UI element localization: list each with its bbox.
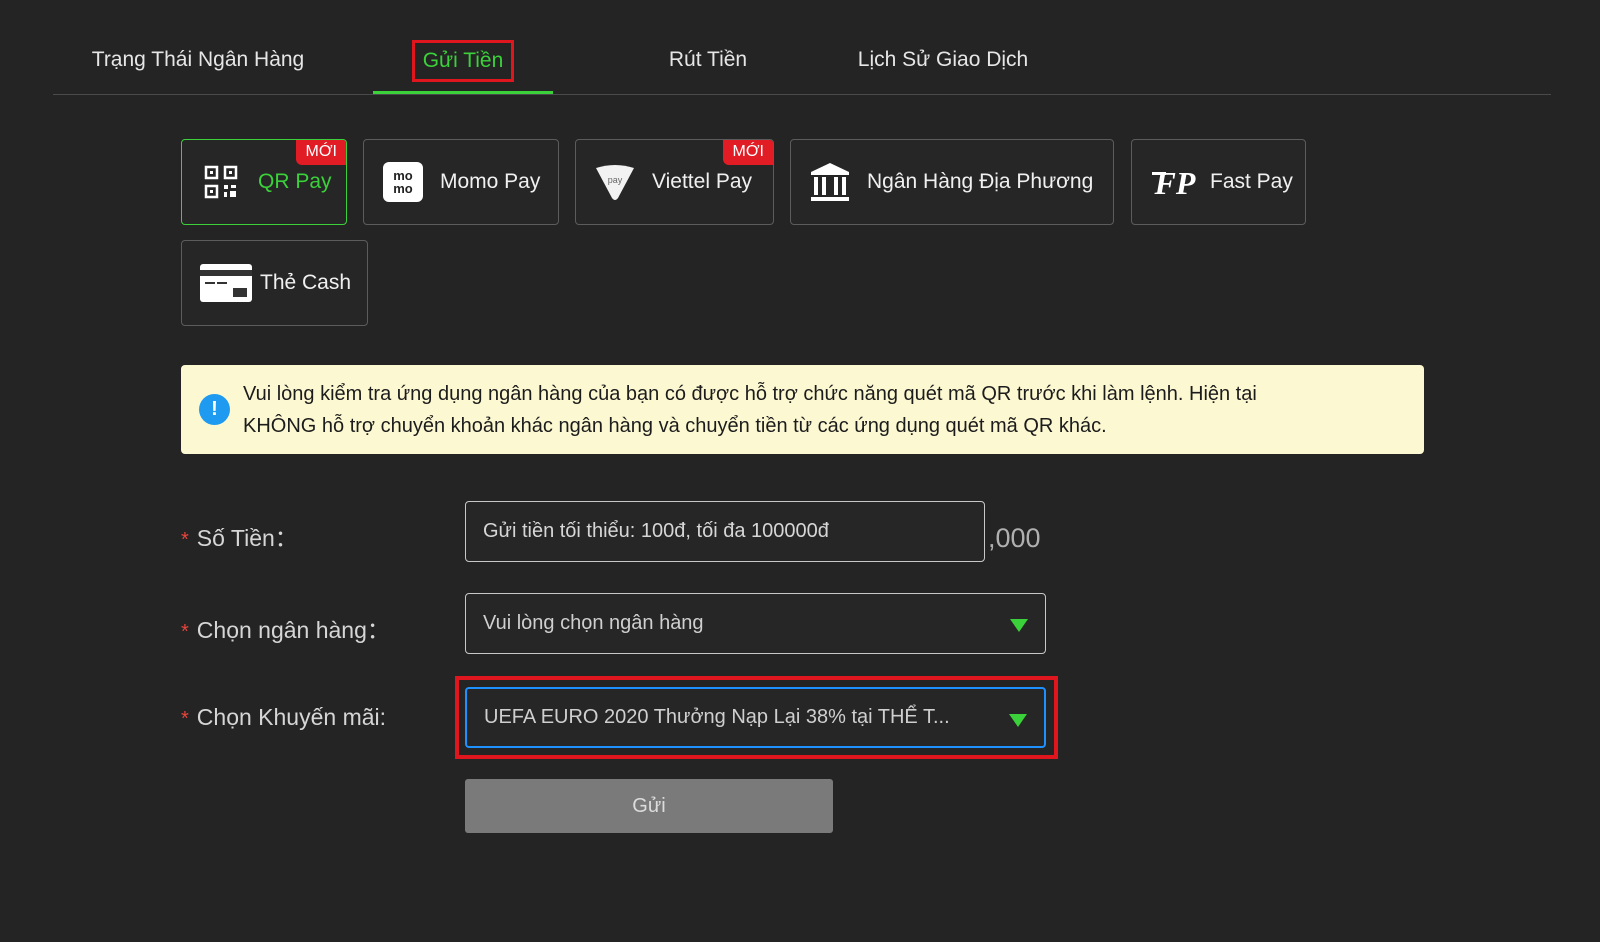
tab-label: Trạng Thái Ngân Hàng [91,48,305,71]
amount-input[interactable] [483,520,984,543]
required-mark: * [181,621,189,643]
method-label: Ngân Hàng Địa Phương [867,170,1094,193]
bank-label: * Chọn ngân hàng： [181,611,390,645]
method-label: Viettel Pay [652,170,753,193]
svg-text:FP: FP [1154,165,1196,200]
promo-select[interactable]: UEFA EURO 2020 Thưởng Nạp Lại 38% tại TH… [465,687,1046,748]
method-qr-pay[interactable]: QR Pay MỚI [181,139,347,225]
tab-label: Gửi Tiền [411,40,515,82]
method-local-bank[interactable]: Ngân Hàng Địa Phương [790,139,1114,225]
promo-select-value: UEFA EURO 2020 Thưởng Nạp Lại 38% tại TH… [484,706,950,728]
viettel-pay-icon: pay [592,159,638,205]
tab-deposit[interactable]: Gửi Tiền [373,40,553,94]
method-label: Fast Pay [1210,170,1293,193]
notice-line: KHÔNG hỗ trợ chuyển khoản khác ngân hàng… [243,414,1107,437]
notice-line: Vui lòng kiểm tra ứng dụng ngân hàng của… [243,382,1257,405]
cash-card-icon [198,260,254,306]
tab-label: Rút Tiền [668,48,748,71]
required-mark: * [181,708,189,730]
amount-suffix: ,000 [988,523,1041,553]
qr-code-icon [198,159,244,205]
svg-text:mo: mo [393,181,413,196]
new-badge: MỚI [722,140,773,165]
promo-label-text: Chọn Khuyến mãi: [196,704,387,730]
required-mark: * [181,529,189,551]
tab-label: Lịch Sử Giao Dịch [857,48,1029,71]
tab-transaction-history[interactable]: Lịch Sử Giao Dịch [833,40,1053,94]
amount-field [465,501,985,562]
amount-label: * Số Tiền： [181,519,298,553]
notice-text: Vui lòng kiểm tra ứng dụng ngân hàng của… [243,378,1257,442]
bank-label-text: Chọn ngân hàng： [196,617,390,643]
new-badge: MỚI [295,140,346,165]
method-label: Momo Pay [440,170,541,193]
amount-label-text: Số Tiền： [196,525,298,551]
tab-bar: Trạng Thái Ngân Hàng Gửi Tiền Rút Tiền L… [53,0,1551,95]
momo-icon: mo mo [380,159,426,205]
tab-bank-status[interactable]: Trạng Thái Ngân Hàng [78,40,318,94]
fast-pay-icon: FP [1148,159,1202,205]
chevron-down-icon [1010,619,1028,632]
qr-notice: ! Vui lòng kiểm tra ứng dụng ngân hàng c… [181,365,1424,454]
method-momo-pay[interactable]: mo mo Momo Pay [363,139,559,225]
info-icon: ! [199,394,230,425]
submit-button[interactable]: Gửi [465,779,833,833]
method-viettel-pay[interactable]: pay Viettel Pay MỚI [575,139,774,225]
bank-building-icon [807,159,853,205]
method-label: Thẻ Cash [260,271,352,294]
method-cash-card[interactable]: Thẻ Cash [181,240,368,326]
tab-withdraw[interactable]: Rút Tiền [643,40,773,94]
promo-label: * Chọn Khuyến mãi: [181,704,386,731]
svg-text:pay: pay [608,175,623,185]
bank-select-value: Vui lòng chọn ngân hàng [483,612,704,634]
bank-select[interactable]: Vui lòng chọn ngân hàng [465,593,1046,654]
method-label: QR Pay [258,170,332,193]
method-fast-pay[interactable]: FP Fast Pay [1131,139,1306,225]
chevron-down-icon [1009,714,1027,727]
